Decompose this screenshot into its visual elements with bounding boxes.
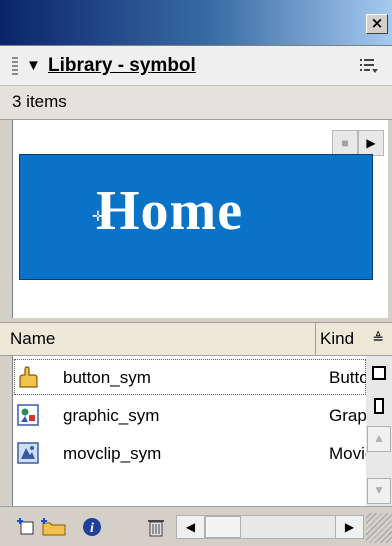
home-button-preview: ✛ Home [19,154,373,280]
preview-controls: ■ ▶ [332,130,384,156]
item-kind: Graphic [329,406,367,425]
movieclip-symbol-icon [17,442,39,464]
close-button[interactable]: × [366,14,388,34]
horizontal-scrollbar[interactable]: ◀ ▶ [176,515,364,539]
graphic-symbol-icon [17,404,39,426]
item-kind: Movie Clip [329,444,367,463]
column-kind-header[interactable]: Kind [316,323,366,355]
vertical-scrollbar[interactable]: ▲ ▼ [366,356,392,506]
library-item-list: button_sym Button graphic_sym Graphic mo… [12,356,367,506]
list-item[interactable]: movclip_sym Movie Clip [13,434,367,472]
wide-view-icon[interactable] [372,366,386,380]
panel-drag-grip[interactable] [12,57,18,75]
item-name: graphic_sym [63,406,160,425]
svg-text:i: i [90,521,94,536]
scroll-down-button[interactable]: ▼ [367,478,391,504]
item-name: movclip_sym [63,444,162,463]
new-folder-icon[interactable] [40,517,68,537]
symbol-preview: ■ ▶ ✛ Home [12,120,388,318]
preview-label: Home [96,180,244,242]
list-item[interactable]: button_sym Button [13,358,367,396]
panel-options-icon[interactable] [360,58,378,74]
scroll-right-button[interactable]: ▶ [335,516,363,538]
resize-grip[interactable] [366,513,392,543]
delete-icon[interactable] [146,517,166,537]
column-header: Name Kind ≜ [0,322,392,356]
narrow-view-icon[interactable] [374,398,384,414]
stop-button[interactable]: ■ [332,130,358,156]
library-toolbar: i ◀ ▶ [0,506,392,546]
play-button[interactable]: ▶ [358,130,384,156]
scroll-left-button[interactable]: ◀ [177,516,205,538]
scroll-up-button[interactable]: ▲ [367,426,391,452]
column-name-header[interactable]: Name [0,323,316,355]
window-title-bar: × [0,0,392,46]
button-symbol-icon [19,366,38,388]
new-symbol-icon[interactable] [16,517,36,537]
collapse-arrow-icon[interactable]: ▼ [26,56,41,76]
sort-order-icon[interactable]: ≜ [372,330,384,347]
list-item[interactable]: graphic_sym Graphic [13,396,367,434]
library-status-row: 3 items [0,86,392,120]
panel-title[interactable]: Library - symbol [48,54,196,78]
item-count: 3 items [12,92,67,111]
panel-header: ▼ Library - symbol [0,46,392,86]
horizontal-scroll-thumb[interactable] [205,516,241,538]
item-kind: Button [329,368,367,387]
properties-icon[interactable]: i [82,517,102,537]
item-name: button_sym [63,368,151,387]
